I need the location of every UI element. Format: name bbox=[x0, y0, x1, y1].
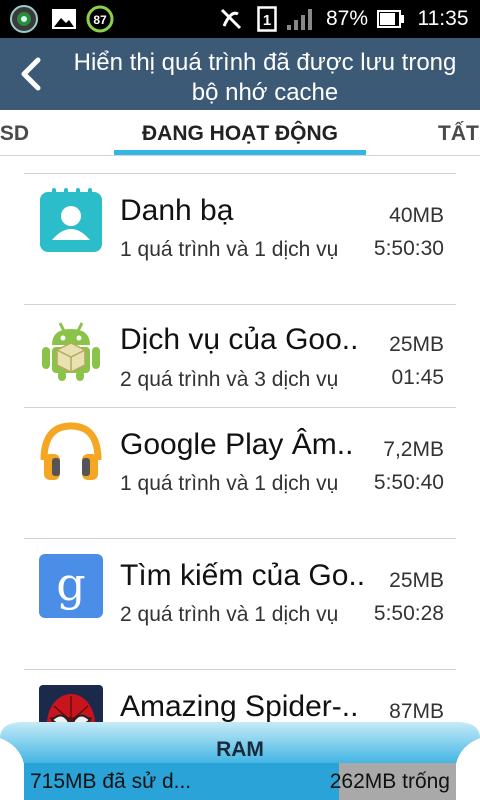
app-size: 25MB bbox=[389, 569, 444, 592]
app-uptime: 01:45 bbox=[391, 366, 444, 389]
sim-icon: 1 bbox=[254, 0, 280, 38]
headphones-icon bbox=[38, 420, 104, 486]
ram-used-text: 715MB đã sử d... bbox=[30, 770, 192, 793]
running-apps-list: Danh bạ 40MB 1 quá trình và 1 dịch vụ 5:… bbox=[0, 156, 480, 800]
image-icon bbox=[48, 0, 80, 38]
action-bar: Hiển thị quá trình đã được lưu trong bộ … bbox=[0, 38, 480, 110]
sim-label: 1 bbox=[263, 12, 271, 29]
app-process-info: 2 quá trình và 1 dịch vụ bbox=[120, 603, 339, 626]
app-name: Danh bạ bbox=[120, 194, 234, 227]
app-uptime: 5:50:40 bbox=[373, 471, 444, 494]
status-bar: 87 1 87% 11:35 bbox=[0, 0, 480, 38]
battery-icon bbox=[376, 0, 406, 38]
app-icon bbox=[6, 0, 42, 38]
ram-label: RAM bbox=[216, 738, 264, 761]
app-name: Tìm kiếm của Go.. bbox=[120, 559, 366, 592]
android-icon bbox=[38, 317, 104, 383]
app-size: 25MB bbox=[389, 333, 444, 356]
list-item-google-services[interactable]: Dịch vụ của Goo.. 25MB 2 quá trình và 3 … bbox=[0, 305, 480, 407]
app-size: 7,2MB bbox=[383, 438, 444, 461]
battery-saver-icon: 87 bbox=[84, 0, 116, 38]
app-process-info: 1 quá trình và 1 dịch vụ bbox=[120, 472, 339, 495]
app-name: Google Play Âm.. bbox=[120, 428, 354, 461]
page-title: Hiển thị quá trình đã được lưu trong bộ … bbox=[73, 49, 457, 106]
contacts-icon bbox=[38, 188, 104, 254]
google-search-icon: g bbox=[38, 553, 104, 619]
app-process-info: 2 quá trình và 3 dịch vụ bbox=[120, 368, 339, 391]
clock: 11:35 bbox=[417, 7, 469, 30]
list-item-google-play-music[interactable]: Google Play Âm.. 7,2MB 1 quá trình và 1 … bbox=[0, 408, 480, 538]
ram-free-text: 262MB trống bbox=[329, 770, 450, 793]
app-process-info: 1 quá trình và 1 dịch vụ bbox=[120, 238, 339, 261]
app-size: 40MB bbox=[389, 204, 444, 227]
tab-sd-card[interactable]: Ẻ SD bbox=[0, 110, 29, 158]
app-name: Dịch vụ của Goo.. bbox=[120, 323, 359, 356]
svg-text:g: g bbox=[56, 557, 85, 611]
signal-icon bbox=[284, 0, 314, 38]
ram-usage-bar: 715MB đã sử d... 262MB trống bbox=[24, 763, 456, 800]
battery-percent: 87% bbox=[325, 7, 369, 30]
back-button[interactable] bbox=[8, 50, 54, 98]
tab-all[interactable]: TẤT bbox=[438, 110, 479, 158]
notification-badge-text: 87 bbox=[93, 13, 107, 27]
app-uptime: 5:50:30 bbox=[373, 237, 444, 260]
list-item-google-search[interactable]: g Tìm kiếm của Go.. 25MB 2 quá trình và … bbox=[0, 539, 480, 669]
back-arrow-icon bbox=[21, 57, 41, 91]
app-uptime: 5:50:28 bbox=[373, 602, 444, 625]
list-item-contacts[interactable]: Danh bạ 40MB 1 quá trình và 1 dịch vụ 5:… bbox=[0, 174, 480, 304]
ram-usage-panel: RAM 715MB đã sử d... 262MB trống bbox=[0, 718, 480, 800]
silent-icon bbox=[216, 0, 246, 38]
